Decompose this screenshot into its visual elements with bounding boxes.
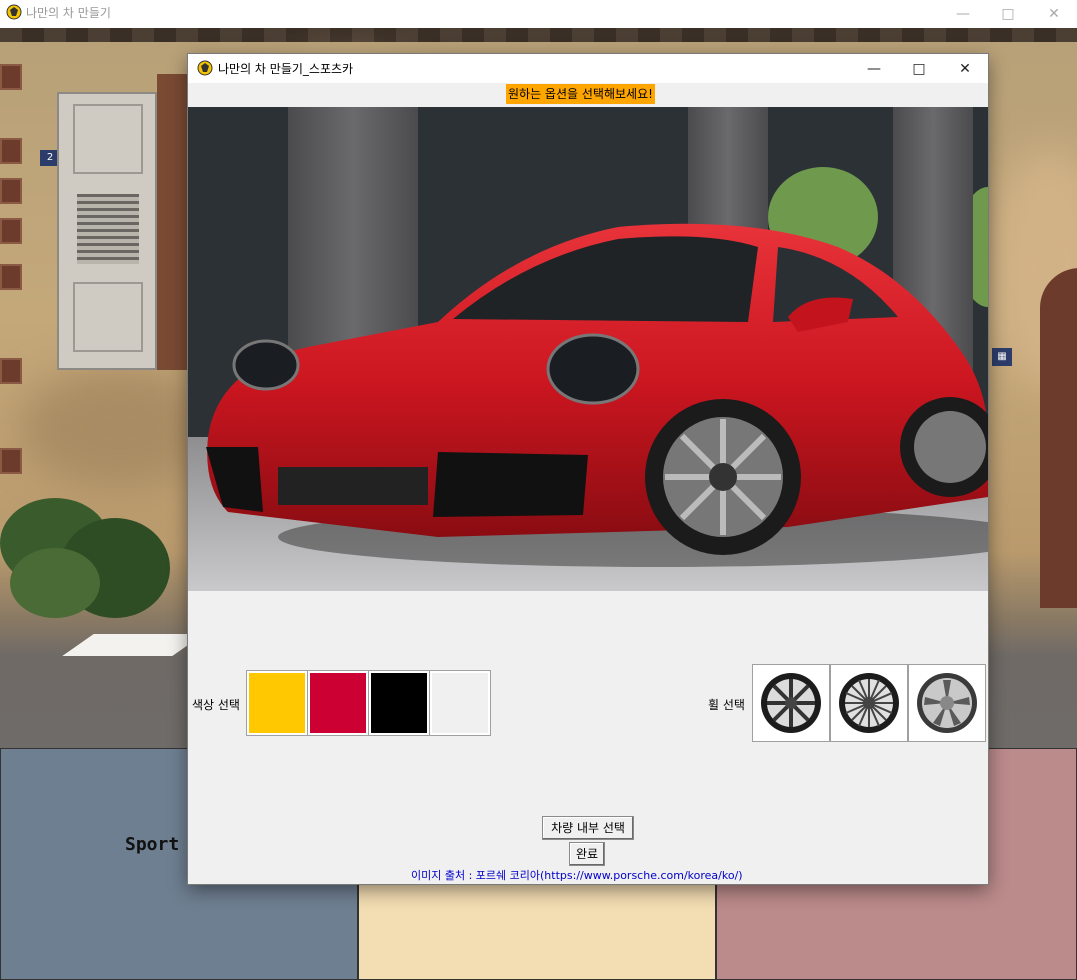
window-frame: [157, 74, 189, 370]
interior-select-button[interactable]: 차량 내부 선택: [542, 816, 634, 840]
inner-window: 나만의 차 만들기_스포츠카 — □ ✕ 원하는 옵션을 선택해보세요! 색상 …: [188, 54, 988, 884]
wheel-option-2[interactable]: [830, 664, 908, 742]
minimize-icon[interactable]: —: [851, 54, 897, 83]
brick: [0, 138, 22, 164]
outer-window-title: 나만의 차 만들기: [26, 6, 111, 20]
road-marking: [62, 634, 204, 656]
brick: [0, 448, 22, 474]
brick: [0, 178, 22, 204]
close-icon[interactable]: ✕: [1031, 0, 1077, 28]
prompt-label: 원하는 옵션을 선택해보세요!: [506, 84, 655, 104]
wheel-icon: [917, 673, 977, 733]
wheel-icon: [839, 673, 899, 733]
brick-arch: [1040, 268, 1077, 608]
app-icon: [6, 4, 22, 20]
minimize-icon[interactable]: —: [940, 0, 986, 28]
color-select-label: 색상 선택: [192, 698, 240, 712]
shutter-slats: [77, 194, 139, 264]
shutter-panel: [73, 104, 143, 174]
sports-car-graphic: [188, 223, 988, 591]
color-swatch-yellow[interactable]: [246, 670, 308, 736]
car-photo: [188, 107, 988, 591]
close-icon[interactable]: ✕: [942, 54, 988, 83]
wheel-icon: [761, 673, 821, 733]
wheel-option-3[interactable]: [908, 664, 986, 742]
wheel-option-1[interactable]: [752, 664, 830, 742]
sport-panel-label: Sport: [125, 834, 180, 855]
window-shutter: [57, 92, 157, 370]
image-source-label: 이미지 출처 : 포르쉐 코리아(https://www.porsche.com…: [411, 869, 743, 882]
wall-sign-icon: ▦: [992, 348, 1012, 366]
done-button[interactable]: 완료: [569, 842, 605, 866]
maximize-icon[interactable]: □: [985, 0, 1031, 28]
inner-titlebar: 나만의 차 만들기_스포츠카 — □ ✕: [188, 54, 988, 83]
brick: [0, 264, 22, 290]
plant: [10, 548, 100, 618]
color-swatch-white[interactable]: [429, 670, 491, 736]
color-swatch-red[interactable]: [307, 670, 369, 736]
maximize-icon[interactable]: □: [896, 54, 942, 83]
outer-titlebar: 나만의 차 만들기 — □ ✕: [0, 0, 1077, 28]
wheel-select-label: 휠 선택: [708, 698, 745, 712]
roof-edge: [0, 28, 1077, 42]
inner-window-title: 나만의 차 만들기_스포츠카: [218, 62, 354, 76]
color-swatch-black[interactable]: [368, 670, 430, 736]
shutter-panel: [73, 282, 143, 352]
brick: [0, 64, 22, 90]
brick: [0, 218, 22, 244]
brick: [0, 358, 22, 384]
app-icon: [197, 60, 213, 76]
